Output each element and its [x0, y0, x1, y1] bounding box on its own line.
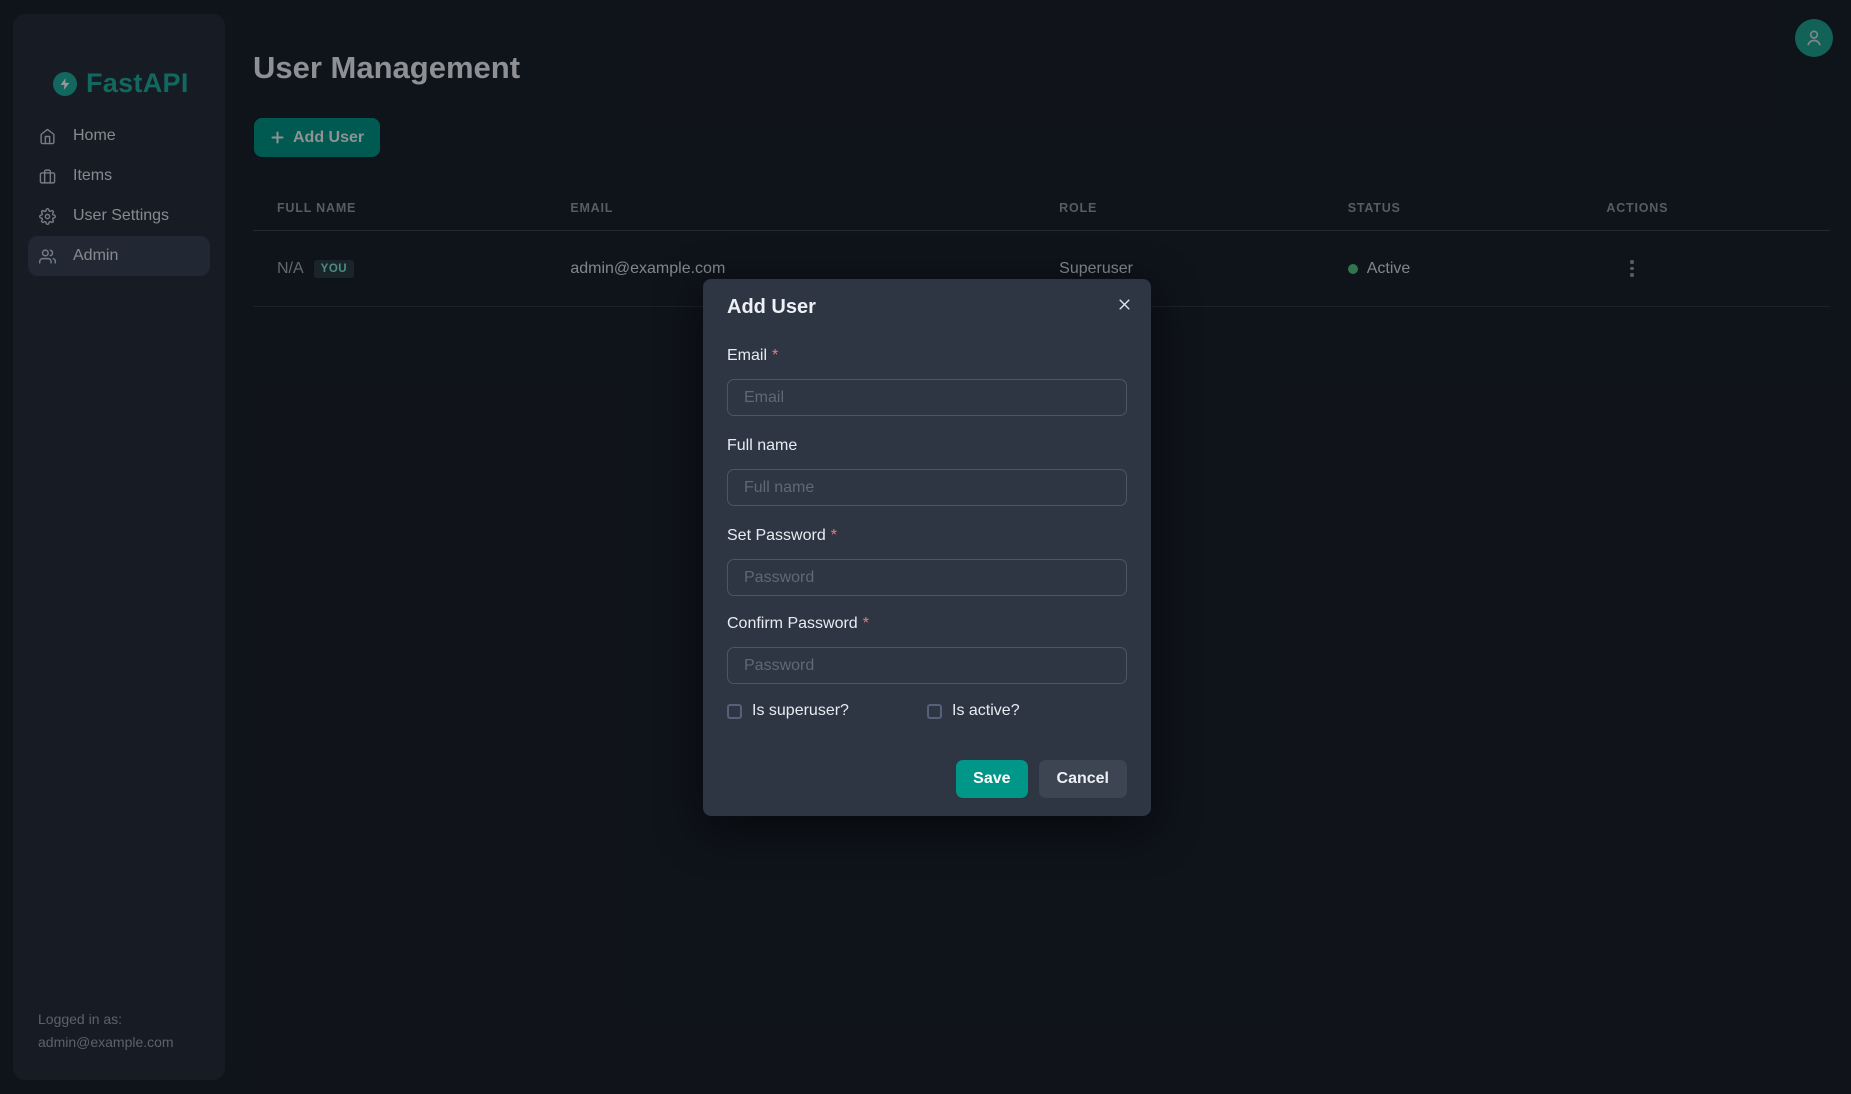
set-password-field-label: Set Password * [727, 526, 1127, 546]
set-password-field-group: Set Password * [727, 526, 1127, 596]
full-name-field-label: Full name [727, 436, 1127, 456]
is-active-label: Is active? [952, 702, 1020, 720]
full-name-label-text: Full name [727, 437, 797, 454]
modal-close-button[interactable] [1109, 289, 1139, 319]
required-mark: * [772, 347, 778, 364]
confirm-password-field[interactable] [727, 647, 1127, 684]
email-field-label: Email * [727, 346, 1127, 366]
close-icon [1117, 297, 1132, 312]
modal-footer: Save Cancel [727, 760, 1127, 798]
checkbox-row: Is superuser? Is active? [727, 702, 1127, 720]
email-field-group: Email * [727, 346, 1127, 416]
confirm-password-label-text: Confirm Password [727, 615, 858, 632]
confirm-password-field-label: Confirm Password * [727, 614, 1127, 634]
email-label-text: Email [727, 347, 767, 364]
is-superuser-checkbox-group[interactable]: Is superuser? [727, 702, 927, 720]
modal-title: Add User [727, 296, 1127, 319]
is-superuser-label: Is superuser? [752, 702, 849, 720]
full-name-field[interactable] [727, 469, 1127, 506]
set-password-field[interactable] [727, 559, 1127, 596]
set-password-label-text: Set Password [727, 527, 826, 544]
required-mark: * [831, 527, 837, 544]
is-superuser-checkbox[interactable] [727, 704, 742, 719]
cancel-button[interactable]: Cancel [1039, 760, 1127, 798]
is-active-checkbox[interactable] [927, 704, 942, 719]
is-active-checkbox-group[interactable]: Is active? [927, 702, 1020, 720]
confirm-password-field-group: Confirm Password * [727, 614, 1127, 684]
email-field[interactable] [727, 379, 1127, 416]
required-mark: * [863, 615, 869, 632]
save-button[interactable]: Save [956, 760, 1027, 798]
add-user-modal: Add User Email* Full name Set Password* … [703, 279, 1151, 816]
full-name-field-group: Full name [727, 436, 1127, 506]
